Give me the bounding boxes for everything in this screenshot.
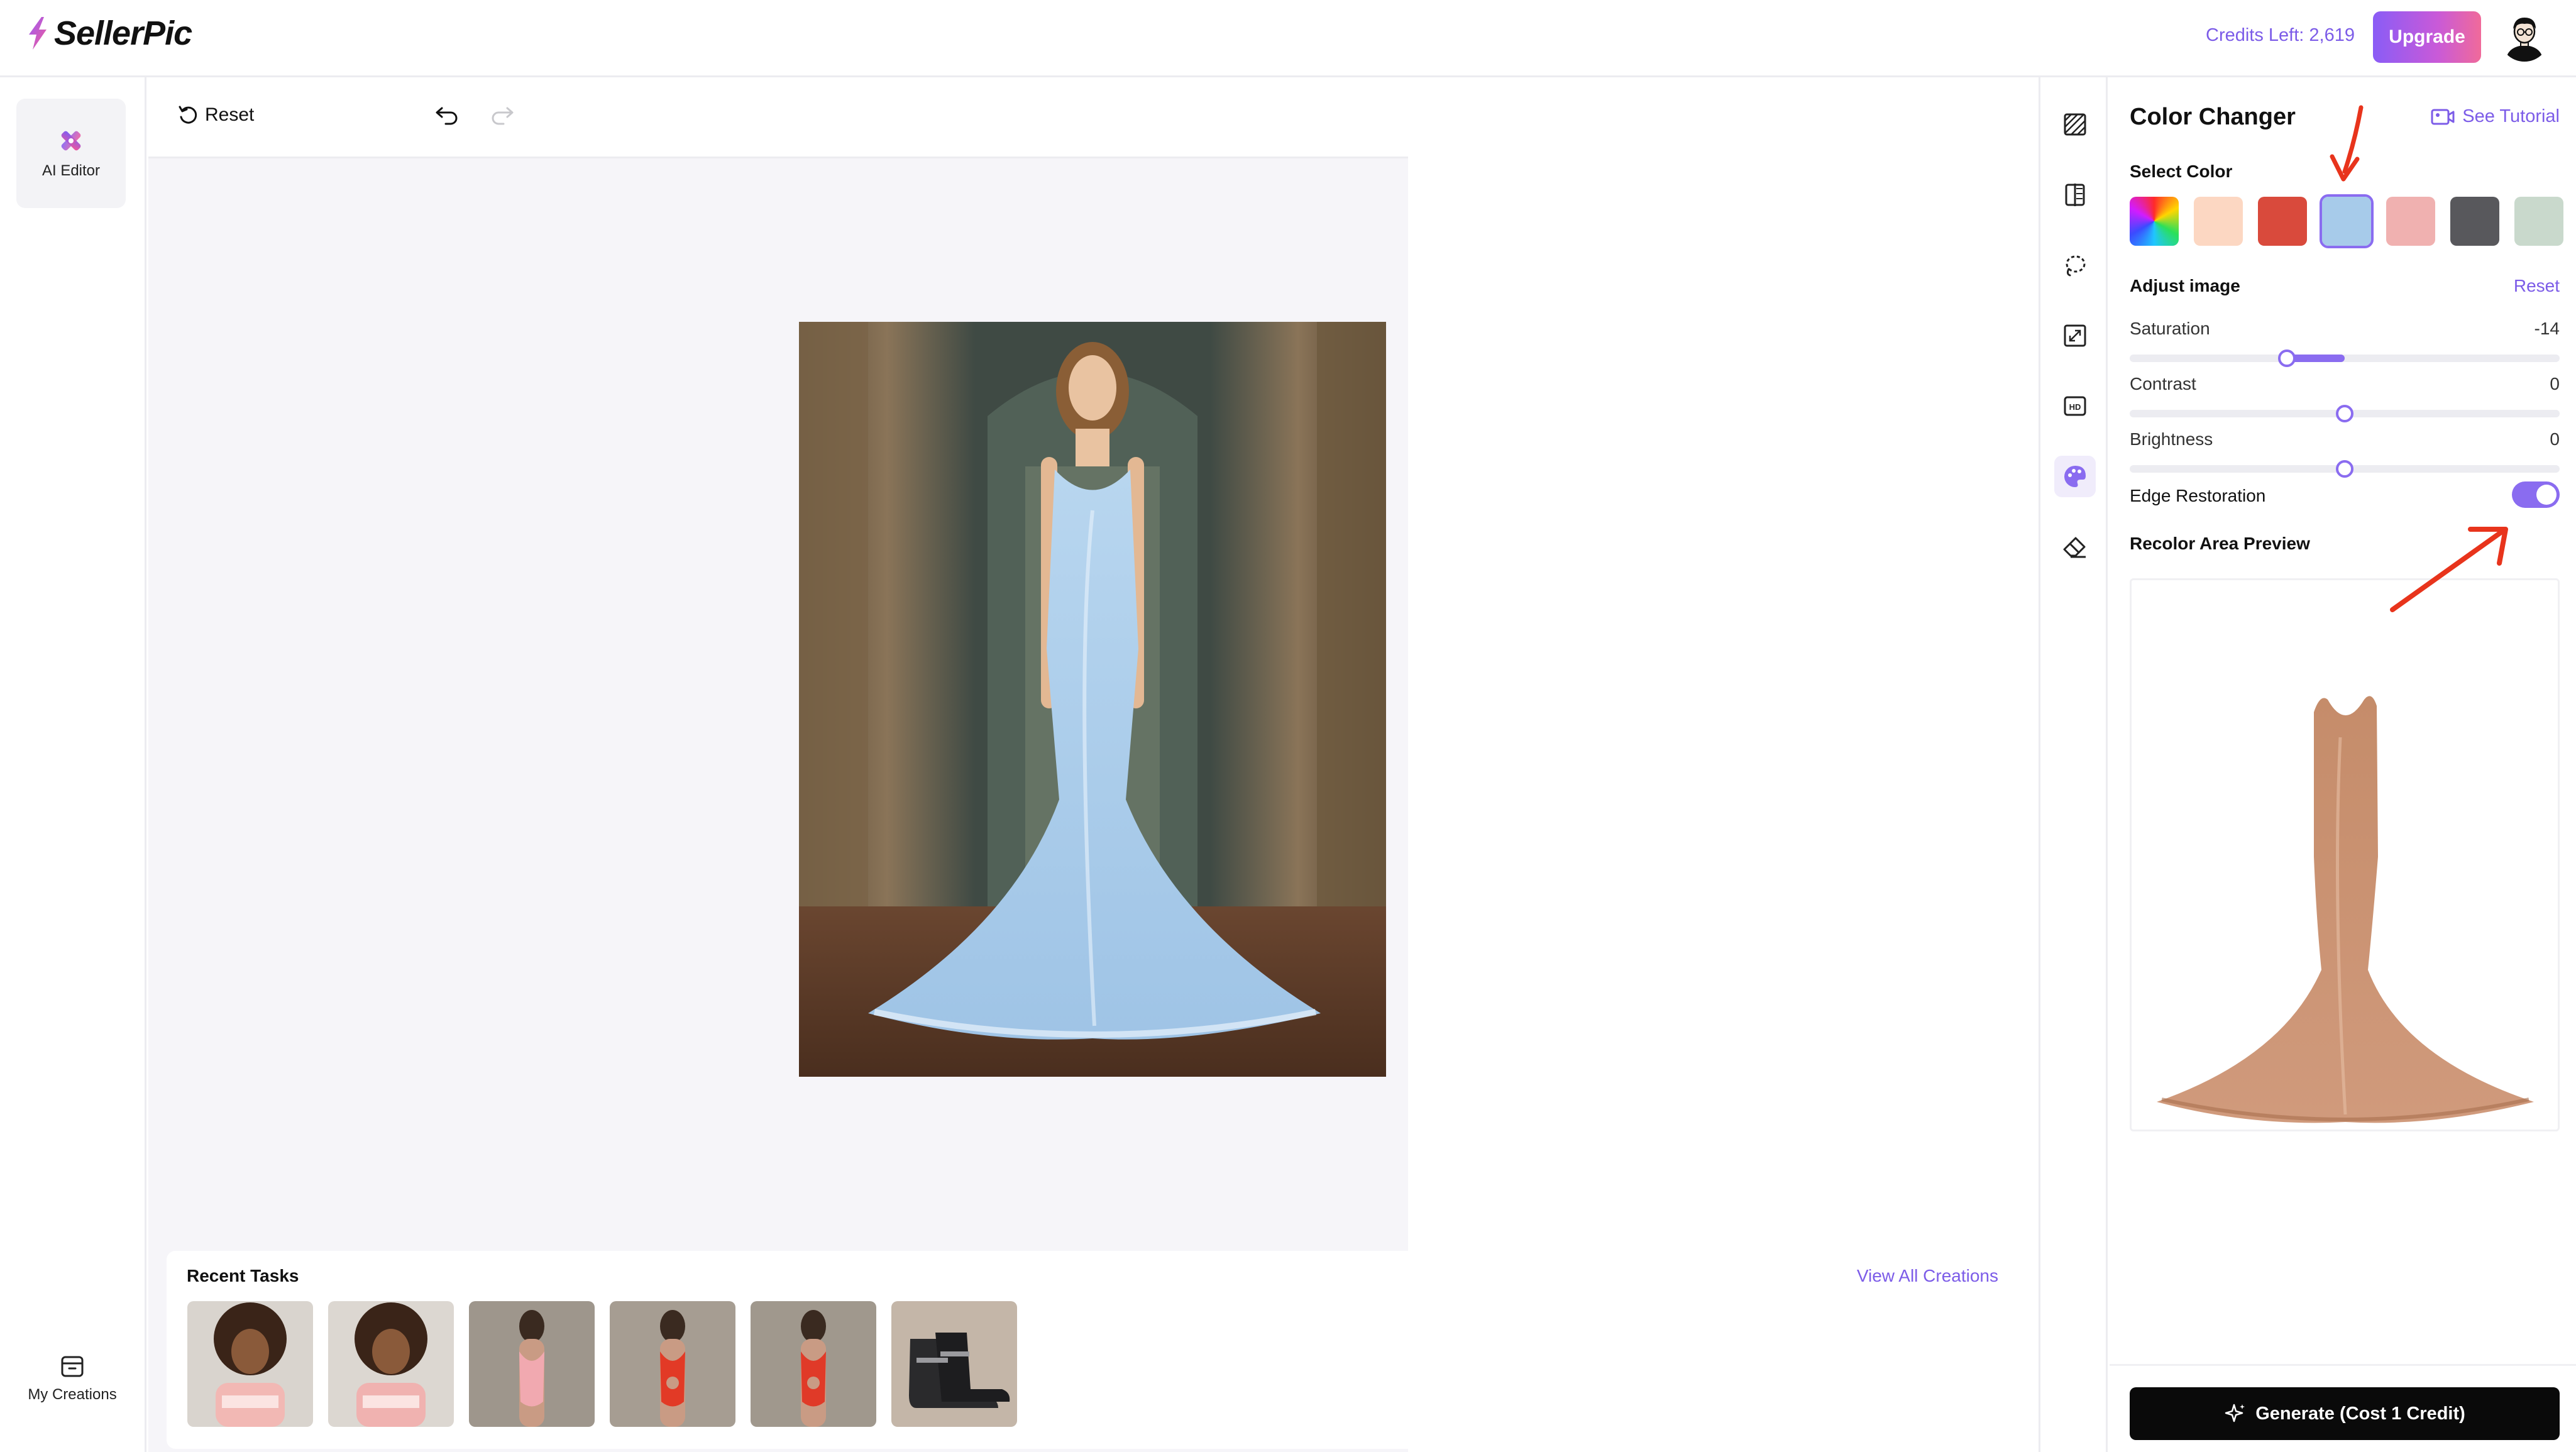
palette-icon bbox=[2064, 466, 2086, 487]
swatch-dark-gray[interactable] bbox=[2450, 197, 2499, 246]
stripes-pattern-icon bbox=[2064, 113, 2086, 136]
recent-tasks-title: Recent Tasks bbox=[187, 1266, 299, 1285]
contrast-slider-row: Contrast 0 bbox=[2130, 374, 2560, 424]
app-logo[interactable]: SellerPic bbox=[25, 14, 192, 53]
see-tutorial-link[interactable]: See Tutorial bbox=[2431, 106, 2560, 127]
swatch-peach[interactable] bbox=[2194, 197, 2243, 246]
recent-task-thumbnail[interactable] bbox=[751, 1301, 876, 1427]
saturation-slider-row: Saturation -14 bbox=[2130, 319, 2560, 369]
panel-title: Color Changer bbox=[2130, 104, 2296, 130]
tool-strip: HD bbox=[2039, 77, 2108, 1452]
undo-icon[interactable] bbox=[434, 104, 460, 126]
svg-text:HD: HD bbox=[2069, 402, 2081, 412]
tool-color-changer[interactable] bbox=[2054, 456, 2096, 497]
annotation-arrow-icon bbox=[2390, 527, 2508, 612]
recolor-area-preview bbox=[2130, 578, 2560, 1131]
tool-eraser[interactable] bbox=[2054, 526, 2096, 568]
tool-background[interactable] bbox=[2054, 104, 2096, 145]
swatch-red[interactable] bbox=[2258, 197, 2307, 246]
color-swatches bbox=[2130, 194, 2563, 248]
dress-mask-preview-image bbox=[2157, 696, 2534, 1123]
app-name: SellerPic bbox=[54, 14, 192, 52]
saturation-slider[interactable] bbox=[2130, 349, 2560, 367]
nav-my-creations[interactable]: My Creations bbox=[0, 1353, 145, 1404]
expand-icon bbox=[2064, 324, 2086, 347]
recolor-preview-label: Recolor Area Preview bbox=[2130, 534, 2310, 553]
generate-button[interactable]: Generate (Cost 1 Credit) bbox=[2130, 1387, 2560, 1440]
contrast-value: 0 bbox=[2550, 374, 2560, 393]
user-avatar[interactable] bbox=[2499, 11, 2550, 62]
recent-thumbnails bbox=[187, 1301, 1017, 1427]
editor-toolbar: Reset bbox=[148, 79, 1408, 158]
left-sidebar: AI Editor My Creations bbox=[0, 77, 146, 1452]
contrast-label: Contrast bbox=[2130, 374, 2196, 393]
model-blue-mermaid-dress-image bbox=[799, 322, 1386, 1077]
saturation-value: -14 bbox=[2534, 319, 2560, 338]
swatch-rainbow[interactable] bbox=[2130, 197, 2179, 246]
brightness-label: Brightness bbox=[2130, 429, 2213, 449]
annotation-arrow-icon bbox=[2330, 105, 2364, 182]
eraser-icon bbox=[2063, 537, 2086, 558]
recent-task-thumbnail[interactable] bbox=[469, 1301, 595, 1427]
saturation-label: Saturation bbox=[2130, 319, 2210, 338]
panel-divider bbox=[2110, 1364, 2576, 1366]
view-all-creations-link[interactable]: View All Creations bbox=[1857, 1266, 1998, 1286]
ai-editor-icon bbox=[61, 131, 81, 151]
brightness-value: 0 bbox=[2550, 429, 2560, 449]
brightness-slider-row: Brightness 0 bbox=[2130, 429, 2560, 480]
video-icon bbox=[2431, 109, 2455, 124]
nav-ai-editor[interactable]: AI Editor bbox=[16, 99, 126, 208]
nav-my-creations-label: My Creations bbox=[28, 1386, 117, 1403]
swatch-sage[interactable] bbox=[2514, 197, 2563, 246]
edge-restoration-label: Edge Restoration bbox=[2130, 486, 2266, 505]
see-tutorial-label: See Tutorial bbox=[2462, 106, 2560, 126]
contrast-handle[interactable] bbox=[2336, 405, 2353, 422]
swatch-light-blue[interactable] bbox=[2320, 194, 2374, 248]
adjust-image-label: Adjust image bbox=[2130, 276, 2240, 295]
generate-label: Generate (Cost 1 Credit) bbox=[2255, 1403, 2465, 1424]
saturation-handle[interactable] bbox=[2278, 349, 2296, 367]
compare-icon bbox=[2065, 184, 2085, 206]
recent-task-thumbnail[interactable] bbox=[891, 1301, 1017, 1427]
main-product-image[interactable] bbox=[799, 322, 1386, 1077]
redo-icon[interactable] bbox=[490, 104, 515, 126]
swatch-pink[interactable] bbox=[2386, 197, 2435, 246]
sparkle-icon bbox=[2225, 1404, 2245, 1422]
recent-task-thumbnail[interactable] bbox=[187, 1301, 313, 1427]
reset-label: Reset bbox=[205, 104, 255, 125]
tool-hd[interactable]: HD bbox=[2054, 385, 2096, 427]
recent-tasks-panel: Recent Tasks View All Creations bbox=[167, 1251, 2018, 1449]
edge-restoration-toggle[interactable] bbox=[2512, 481, 2560, 508]
archive-box-icon bbox=[61, 1356, 84, 1377]
reset-button[interactable]: Reset bbox=[177, 104, 254, 126]
lasso-icon bbox=[2066, 255, 2086, 277]
brightness-handle[interactable] bbox=[2336, 460, 2353, 478]
credits-left: Credits Left: 2,619 bbox=[2206, 25, 2355, 45]
hd-icon: HD bbox=[2064, 396, 2086, 416]
tool-expand[interactable] bbox=[2054, 315, 2096, 356]
tool-compare[interactable] bbox=[2054, 174, 2096, 216]
contrast-slider[interactable] bbox=[2130, 405, 2560, 422]
nav-ai-editor-label: AI Editor bbox=[41, 162, 101, 179]
top-header: SellerPic Credits Left: 2,619 Upgrade bbox=[0, 0, 2576, 77]
recent-task-thumbnail[interactable] bbox=[610, 1301, 735, 1427]
brightness-slider[interactable] bbox=[2130, 460, 2560, 478]
adjust-reset-link[interactable]: Reset bbox=[2514, 276, 2560, 296]
lightning-logo-icon bbox=[29, 17, 47, 50]
select-color-label: Select Color bbox=[2130, 162, 2233, 181]
recent-task-thumbnail[interactable] bbox=[328, 1301, 454, 1427]
reset-icon bbox=[179, 106, 197, 124]
upgrade-button[interactable]: Upgrade bbox=[2373, 11, 2481, 63]
tool-lasso[interactable] bbox=[2054, 245, 2096, 286]
